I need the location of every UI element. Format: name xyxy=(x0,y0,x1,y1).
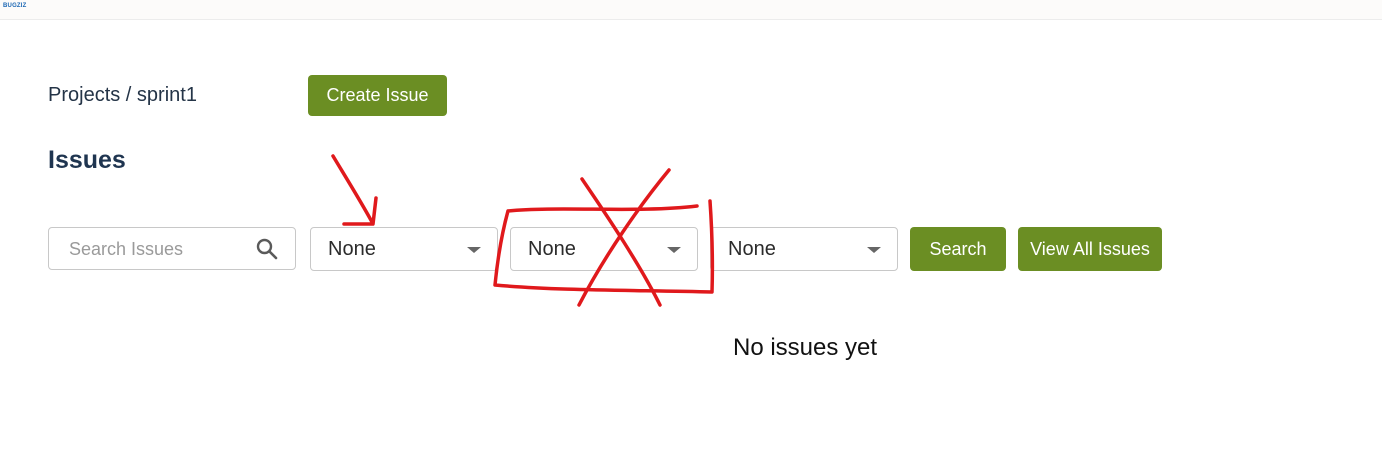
chevron-down-icon xyxy=(467,247,481,253)
annotation-arrow-head xyxy=(342,196,378,226)
create-issue-button[interactable]: Create Issue xyxy=(308,75,447,116)
search-icon[interactable] xyxy=(255,237,279,261)
filter-select-3-value: None xyxy=(728,238,776,260)
app-logo[interactable]: BUGZIZ xyxy=(0,0,51,12)
page-title: Issues xyxy=(48,146,126,174)
annotation-arrow xyxy=(331,154,374,224)
view-all-issues-button[interactable]: View All Issues xyxy=(1018,227,1162,271)
chevron-down-icon xyxy=(667,247,681,253)
filter-select-3[interactable]: None xyxy=(710,227,898,271)
search-button[interactable]: Search xyxy=(910,227,1006,271)
search-input[interactable] xyxy=(50,229,261,270)
search-field[interactable] xyxy=(48,227,296,270)
chevron-down-icon xyxy=(867,247,881,253)
top-bar: BUGZIZ xyxy=(0,0,1382,20)
filter-select-2[interactable]: None xyxy=(510,227,698,271)
empty-state-message: No issues yet xyxy=(733,334,878,361)
filter-select-1-value: None xyxy=(328,238,376,260)
filter-select-1[interactable]: None xyxy=(310,227,498,271)
filter-select-2-value: None xyxy=(528,238,576,260)
breadcrumb[interactable]: Projects / sprint1 xyxy=(48,84,197,107)
